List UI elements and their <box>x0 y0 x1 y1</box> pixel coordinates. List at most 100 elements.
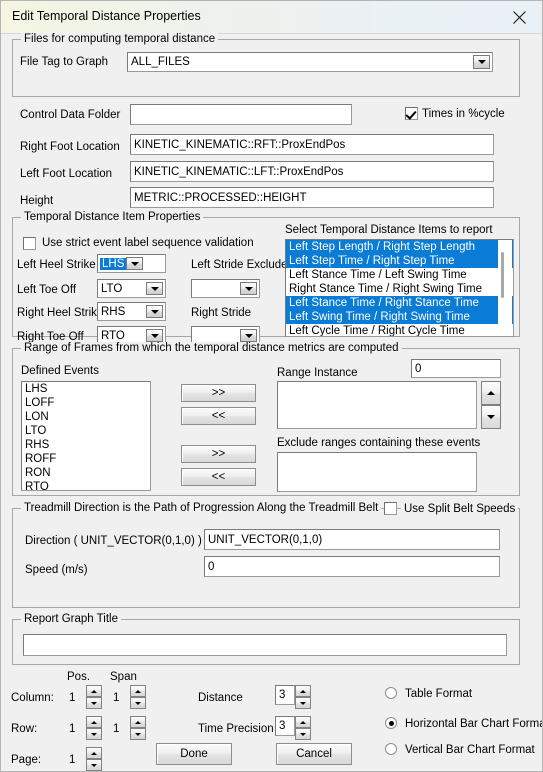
report-title-input[interactable] <box>23 634 507 656</box>
control-data-folder-input[interactable] <box>130 104 352 125</box>
height-input[interactable]: METRIC::PROCESSED::HEIGHT <box>130 187 494 208</box>
title-bar: Edit Temporal Distance Properties <box>1 1 542 34</box>
split-belt-checkbox[interactable] <box>384 502 397 515</box>
right-foot-location-label: Right Foot Location <box>20 141 120 153</box>
column-pos-spinner-down[interactable] <box>86 697 102 709</box>
list-item[interactable]: RON <box>22 466 150 480</box>
right-heel-strike-combo[interactable]: RHS <box>97 302 166 321</box>
triangle-up-icon <box>300 720 306 724</box>
right-foot-location-input[interactable]: KINETIC_KINEMATIC::RFT::ProxEndPos <box>130 134 494 155</box>
triangle-down-icon <box>91 763 97 767</box>
page-pos-value: 1 <box>69 754 76 766</box>
row-span-spinner[interactable] <box>130 716 146 740</box>
left-toe-off-dropdown-arrow[interactable] <box>146 282 163 295</box>
list-item[interactable]: ROFF <box>22 452 150 466</box>
list-item[interactable]: Right Stance Time / Right Swing Time <box>286 282 513 296</box>
range-spinner-up[interactable] <box>481 381 501 405</box>
done-button[interactable]: Done <box>156 743 232 765</box>
column-pos-spinner-up[interactable] <box>86 685 102 697</box>
row-span-spinner-down[interactable] <box>130 728 146 740</box>
table-format-radio[interactable] <box>385 687 397 699</box>
close-button[interactable] <box>498 1 540 33</box>
list-item[interactable]: Left Step Length / Right Step Length <box>286 240 513 254</box>
row-pos-spinner[interactable] <box>86 716 102 740</box>
left-heel-strike-dropdown-arrow[interactable] <box>126 257 144 270</box>
select-items-listbox[interactable]: Left Step Length / Right Step Length Left… <box>285 239 514 337</box>
right-heel-strike-dropdown-arrow[interactable] <box>146 305 163 318</box>
times-in-cycle-checkbox[interactable] <box>405 107 418 120</box>
distance-input[interactable]: 3 <box>275 685 295 705</box>
file-tag-label: File Tag to Graph <box>20 56 109 68</box>
page-pos-spinner-down[interactable] <box>86 759 102 771</box>
time-precision-spinner-down[interactable] <box>295 728 311 740</box>
right-stride-dropdown-arrow[interactable] <box>240 329 257 342</box>
strict-validation-checkbox[interactable] <box>23 237 36 250</box>
file-tag-dropdown-arrow[interactable] <box>473 55 490 69</box>
range-list[interactable] <box>277 381 477 429</box>
time-precision-spinner-up[interactable] <box>295 716 311 728</box>
time-precision-spinner[interactable] <box>295 716 311 740</box>
left-heel-strike-combo[interactable]: LHS <box>97 254 166 273</box>
select-items-scrollbar[interactable] <box>498 240 512 336</box>
list-item[interactable]: Left Cycle Time / Right Cycle Time <box>286 324 513 336</box>
vertical-bar-chart-format-radio[interactable] <box>385 743 397 755</box>
exclude-ranges-list[interactable] <box>277 452 477 492</box>
row-pos-spinner-up[interactable] <box>86 716 102 728</box>
chevron-down-icon <box>150 333 159 338</box>
select-items-title: Select Temporal Distance Items to report <box>285 224 493 236</box>
list-item[interactable]: LON <box>22 410 150 424</box>
time-precision-input[interactable]: 3 <box>275 716 295 736</box>
left-foot-location-label: Left Foot Location <box>20 168 113 180</box>
scrollbar-thumb[interactable] <box>501 252 504 298</box>
horizontal-bar-chart-format-radio[interactable] <box>385 717 397 729</box>
pos-header: Pos. <box>67 671 91 683</box>
distance-spinner[interactable] <box>295 685 311 709</box>
left-stride-exclude-dropdown-arrow[interactable] <box>240 282 257 295</box>
list-item[interactable]: Left Stance Time / Left Swing Time <box>286 268 513 282</box>
left-heel-strike-label: Left Heel Strike <box>17 259 96 271</box>
column-span-spinner[interactable] <box>130 685 146 709</box>
range-instance-input[interactable]: 0 <box>411 359 501 378</box>
column-span-spinner-down[interactable] <box>130 697 146 709</box>
file-tag-combo[interactable]: ALL_FILES <box>127 52 493 72</box>
column-pos-spinner[interactable] <box>86 685 102 709</box>
list-item[interactable]: Left Swing Time / Right Swing Time <box>286 310 513 324</box>
list-item[interactable]: LTO <box>22 424 150 438</box>
column-span-spinner-up[interactable] <box>130 685 146 697</box>
page-pos-spinner[interactable] <box>86 747 102 771</box>
row-pos-spinner-down[interactable] <box>86 728 102 740</box>
list-item[interactable]: LHS <box>22 382 150 396</box>
left-foot-location-input[interactable]: KINETIC_KINEMATIC::LFT::ProxEndPos <box>130 161 494 182</box>
list-item[interactable]: RTO <box>22 480 150 490</box>
right-heel-strike-label: Right Heel Strike <box>17 307 104 319</box>
chevron-down-icon <box>150 286 159 291</box>
chevron-down-icon <box>150 309 159 314</box>
chevron-down-icon <box>477 60 486 64</box>
list-item[interactable]: RHS <box>22 438 150 452</box>
list-item[interactable]: Left Stance Time / Right Stance Time <box>286 296 513 310</box>
distance-spinner-down[interactable] <box>295 697 311 709</box>
page-pos-spinner-up[interactable] <box>86 747 102 759</box>
left-toe-off-value: LTO <box>101 282 123 295</box>
direction-input[interactable]: UNIT_VECTOR(0,1,0) <box>204 529 500 550</box>
list-item[interactable]: LOFF <box>22 396 150 410</box>
range-spinner-down[interactable] <box>481 405 501 429</box>
triangle-down-icon <box>487 415 495 419</box>
defined-events-listbox[interactable]: LHS LOFF LON LTO RHS ROFF RON RTO <box>21 381 151 491</box>
triangle-up-icon <box>91 720 97 724</box>
right-toe-off-dropdown-arrow[interactable] <box>146 329 163 342</box>
left-stride-exclude-combo[interactable] <box>191 279 260 298</box>
remove-range-button[interactable]: << <box>181 407 256 425</box>
distance-spinner-up[interactable] <box>295 685 311 697</box>
file-tag-value: ALL_FILES <box>131 56 190 68</box>
row-span-spinner-up[interactable] <box>130 716 146 728</box>
range-instance-spinner[interactable] <box>481 381 501 429</box>
remove-exclude-button[interactable]: << <box>181 468 256 486</box>
height-label: Height <box>20 195 54 207</box>
left-toe-off-combo[interactable]: LTO <box>97 279 166 298</box>
list-item[interactable]: Left Step Time / Right Step Time <box>286 254 513 268</box>
speed-input[interactable]: 0 <box>204 556 500 577</box>
add-exclude-button[interactable]: >> <box>181 445 256 463</box>
add-range-button[interactable]: >> <box>181 384 256 402</box>
cancel-button[interactable]: Cancel <box>276 743 352 765</box>
